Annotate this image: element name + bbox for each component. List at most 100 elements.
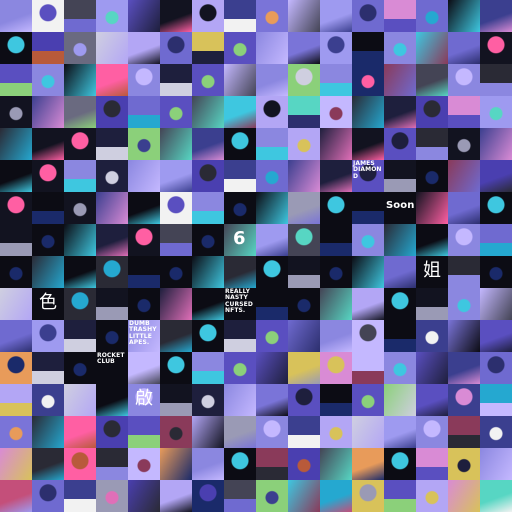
mosaic-tile (64, 416, 96, 448)
mosaic-tile (320, 96, 352, 128)
mosaic-tile (352, 192, 384, 224)
mosaic-tile (448, 0, 480, 32)
mosaic-tile (352, 64, 384, 96)
mosaic-tile: 啟 (128, 384, 160, 416)
mosaic-tile (32, 64, 64, 96)
mosaic-tile (0, 224, 32, 256)
mosaic-tile (224, 352, 256, 384)
mosaic-tile (96, 224, 128, 256)
mosaic-tile (224, 160, 256, 192)
mosaic-tile (160, 160, 192, 192)
mosaic-tile (416, 192, 448, 224)
mosaic-tile (160, 224, 192, 256)
mosaic-tile (320, 448, 352, 480)
mosaic-tile (192, 288, 224, 320)
mosaic-tile (224, 256, 256, 288)
mosaic-tile (160, 192, 192, 224)
mosaic-tile (320, 480, 352, 512)
tile-label-cjk-color: 色 (39, 292, 58, 313)
mosaic-tile: ROCKET CLUB (96, 352, 128, 384)
mosaic-tile (64, 64, 96, 96)
mosaic-tile (352, 32, 384, 64)
mosaic-tile (384, 416, 416, 448)
mosaic-tile (128, 352, 160, 384)
mosaic-tile (256, 160, 288, 192)
mosaic-tile (288, 224, 320, 256)
mosaic-tile (448, 448, 480, 480)
mosaic-tile (416, 0, 448, 32)
mosaic-tile (192, 448, 224, 480)
mosaic-tile (32, 32, 64, 64)
mosaic-tile (384, 480, 416, 512)
mosaic-tile (96, 384, 128, 416)
mosaic-tile (416, 160, 448, 192)
mosaic-tile (224, 416, 256, 448)
mosaic-tile (352, 288, 384, 320)
mosaic-tile (32, 256, 64, 288)
mosaic-tile (128, 192, 160, 224)
mosaic-tile (96, 480, 128, 512)
mosaic-tile (64, 192, 96, 224)
mosaic-tile (192, 352, 224, 384)
mosaic-tile (128, 480, 160, 512)
mosaic-tile (352, 0, 384, 32)
mosaic-tile (384, 320, 416, 352)
mosaic-tile (32, 320, 64, 352)
mosaic-tile (64, 288, 96, 320)
mosaic-tile (352, 96, 384, 128)
mosaic-tile (288, 352, 320, 384)
mosaic-tile (448, 288, 480, 320)
mosaic-tile (224, 384, 256, 416)
mosaic-tile (320, 256, 352, 288)
mosaic-tile (192, 192, 224, 224)
mosaic-tile (0, 480, 32, 512)
mosaic-tile (160, 256, 192, 288)
mosaic-tile (64, 224, 96, 256)
mosaic-tile (288, 448, 320, 480)
mosaic-tile (256, 352, 288, 384)
mosaic-tile (416, 96, 448, 128)
mosaic-tile (256, 32, 288, 64)
mosaic-tile (288, 96, 320, 128)
mosaic-tile (128, 128, 160, 160)
mosaic-tile (416, 448, 448, 480)
mosaic-tile (128, 160, 160, 192)
mosaic-tile (416, 384, 448, 416)
mosaic-tile (352, 352, 384, 384)
mosaic-tile (352, 416, 384, 448)
mosaic-tile: REALLY NASTY CURSED NFTS. (224, 288, 256, 320)
mosaic-tile (480, 384, 512, 416)
mosaic-tile (256, 384, 288, 416)
mosaic-tile (128, 64, 160, 96)
mosaic-tile (352, 128, 384, 160)
mosaic-tile (192, 128, 224, 160)
mosaic-tile (480, 352, 512, 384)
mosaic-tile (32, 384, 64, 416)
mosaic-tile (64, 352, 96, 384)
mosaic-tile (192, 384, 224, 416)
mosaic-tile (480, 480, 512, 512)
mosaic-tile (192, 64, 224, 96)
mosaic-tile (160, 96, 192, 128)
tile-label-soon: Soon (386, 200, 415, 211)
mosaic-tile (0, 96, 32, 128)
mosaic-tile (224, 64, 256, 96)
mosaic-tile (192, 96, 224, 128)
mosaic-tile (0, 0, 32, 32)
mosaic-tile (96, 416, 128, 448)
mosaic-tile (0, 256, 32, 288)
mosaic-tile (352, 384, 384, 416)
mosaic-tile: Soon (384, 192, 416, 224)
mosaic-tile (224, 480, 256, 512)
mosaic-tile (384, 32, 416, 64)
mosaic-tile (96, 160, 128, 192)
tile-label-cjk-sister: 姐 (423, 260, 442, 281)
mosaic-tile (384, 96, 416, 128)
mosaic-tile (384, 64, 416, 96)
mosaic-tile (160, 128, 192, 160)
mosaic-tile (192, 32, 224, 64)
mosaic-tile (352, 448, 384, 480)
mosaic-tile (192, 224, 224, 256)
mosaic-tile (480, 448, 512, 480)
mosaic-tile (448, 256, 480, 288)
